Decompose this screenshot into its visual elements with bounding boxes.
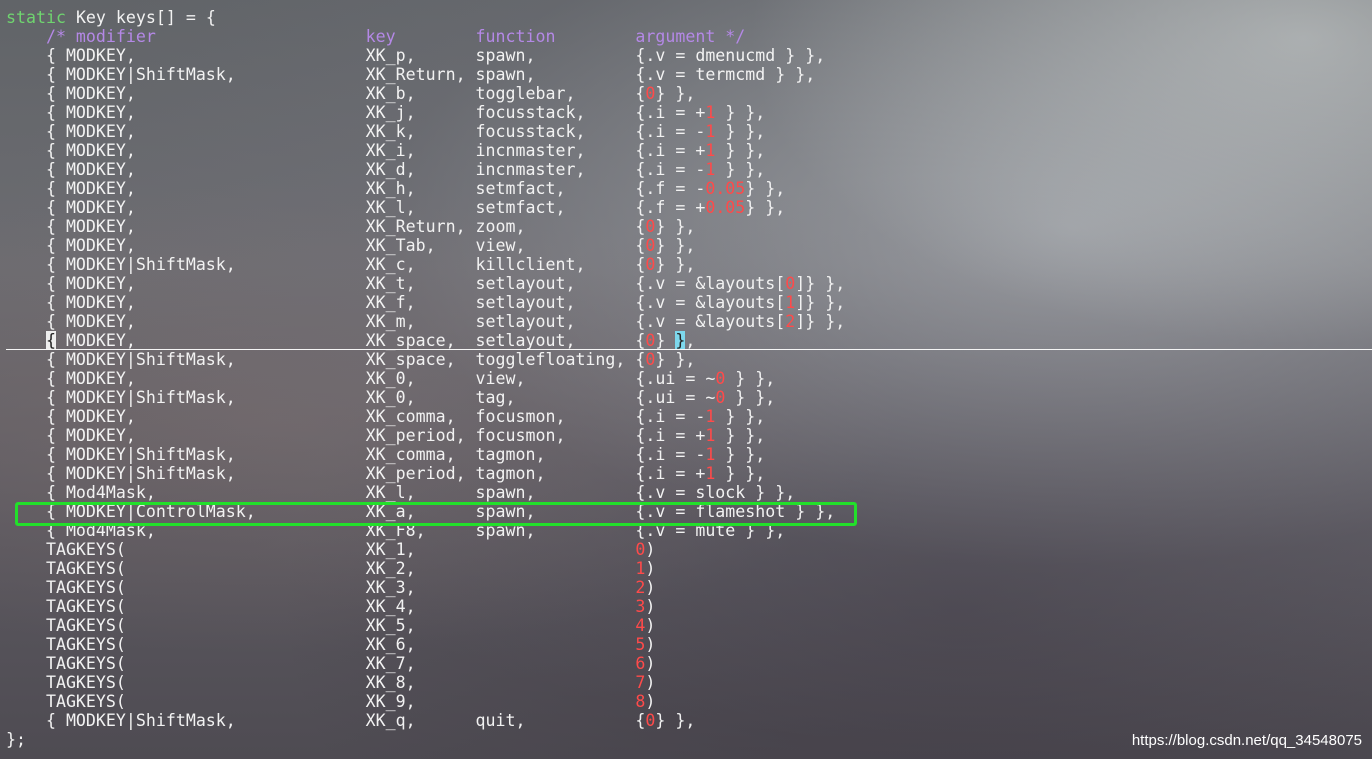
- code-line: TAGKEYS( XK_9, 8): [6, 692, 656, 711]
- code-line: TAGKEYS( XK_1, 0): [6, 540, 656, 559]
- code-line: { MODKEY|ShiftMask, XK_0, tag, {.ui = ~0…: [6, 388, 776, 407]
- code-line: { MODKEY, XK_t, setlayout, {.v = &layout…: [6, 274, 846, 293]
- code-line: { MODKEY|ShiftMask, XK_Return, spawn, {.…: [6, 65, 816, 84]
- code-line: { MODKEY, XK_f, setlayout, {.v = &layout…: [6, 293, 846, 312]
- watermark-text: https://blog.csdn.net/qq_34548075: [1131, 732, 1362, 749]
- code-line: TAGKEYS( XK_8, 7): [6, 673, 656, 692]
- code-line: { MODKEY, XK_period, focusmon, {.i = +1 …: [6, 426, 766, 445]
- code-line: { MODKEY, XK_b, togglebar, {0} },: [6, 84, 696, 103]
- code-line: { MODKEY|ShiftMask, XK_space, togglefloa…: [6, 350, 696, 369]
- code-line: { MODKEY, XK_Return, zoom, {0} },: [6, 217, 696, 236]
- code-line: { MODKEY|ShiftMask, XK_q, quit, {0} },: [6, 711, 696, 730]
- code-line: static Key keys[] = {: [6, 8, 216, 27]
- code-line: { MODKEY, XK_j, focusstack, {.i = +1 } }…: [6, 103, 766, 122]
- code-line: { MODKEY, XK_space, setlayout, {0} },: [45, 331, 696, 350]
- code-line: { MODKEY, XK_d, incnmaster, {.i = -1 } }…: [6, 160, 766, 179]
- code-line: { MODKEY, XK_m, setlayout, {.v = &layout…: [6, 312, 846, 331]
- code-line: TAGKEYS( XK_5, 4): [6, 616, 656, 635]
- code-line: { MODKEY, XK_Tab, view, {0} },: [6, 236, 696, 255]
- code-line: { MODKEY, XK_h, setmfact, {.f = -0.05} }…: [6, 179, 786, 198]
- code-line: TAGKEYS( XK_3, 2): [6, 578, 656, 597]
- code-line: { MODKEY, XK_comma, focusmon, {.i = -1 }…: [6, 407, 766, 426]
- code-line: { MODKEY, XK_l, setmfact, {.f = +0.05} }…: [6, 198, 786, 217]
- code-line: TAGKEYS( XK_6, 5): [6, 635, 656, 654]
- code-line: { MODKEY, XK_p, spawn, {.v = dmenucmd } …: [6, 46, 826, 65]
- highlight-annotation-box: [15, 502, 857, 526]
- code-line: TAGKEYS( XK_4, 3): [6, 597, 656, 616]
- code-line: };: [6, 730, 26, 749]
- code-line: { Mod4Mask, XK_l, spawn, {.v = slock } }…: [6, 483, 796, 502]
- code-line: { MODKEY, XK_k, focusstack, {.i = -1 } }…: [6, 122, 766, 141]
- code-line: { MODKEY, XK_0, view, {.ui = ~0 } },: [6, 369, 776, 388]
- code-line: { MODKEY|ShiftMask, XK_c, killclient, {0…: [6, 255, 696, 274]
- code-line: TAGKEYS( XK_2, 1): [6, 559, 656, 578]
- terminal-window[interactable]: static Key keys[] = { /* modifier key fu…: [0, 0, 1372, 759]
- code-line: TAGKEYS( XK_7, 6): [6, 654, 656, 673]
- cursor-line-indicator: [6, 349, 1372, 350]
- code-line: /* modifier key function argument */: [6, 27, 746, 46]
- code-line: { MODKEY|ShiftMask, XK_comma, tagmon, {.…: [6, 445, 766, 464]
- code-line: { MODKEY, XK_i, incnmaster, {.i = +1 } }…: [6, 141, 766, 160]
- code-line: { MODKEY|ShiftMask, XK_period, tagmon, {…: [6, 464, 766, 483]
- code-editor[interactable]: static Key keys[] = { /* modifier key fu…: [6, 8, 845, 749]
